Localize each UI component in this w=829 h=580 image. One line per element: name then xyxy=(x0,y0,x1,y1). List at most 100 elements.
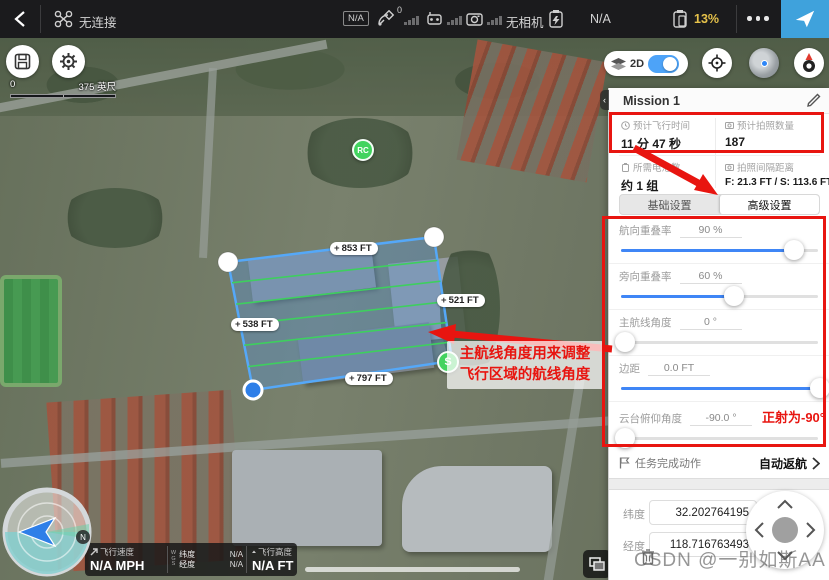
gps-count: 0 xyxy=(397,5,402,15)
map-layer-button[interactable] xyxy=(583,550,611,578)
slider-value-field[interactable]: -90.0 ° xyxy=(690,412,752,426)
dpad-center-button[interactable] xyxy=(772,517,798,543)
telemetry-lng-label: 经度 xyxy=(179,560,195,570)
slider-track[interactable] xyxy=(621,341,818,344)
slider-handle[interactable] xyxy=(784,240,804,260)
top-status-bar: 无连接 N/A 0 无相机 xyxy=(0,0,829,38)
slider-value-field[interactable]: 0.0 FT xyxy=(648,362,710,376)
latitude-input[interactable] xyxy=(649,500,757,525)
slider-value-field[interactable]: 90 % xyxy=(680,224,742,238)
compass-icon xyxy=(799,52,819,74)
more-menu-button[interactable] xyxy=(747,16,769,21)
divider xyxy=(715,118,716,188)
camera-icon xyxy=(725,121,734,129)
minimap-location-dot xyxy=(761,60,768,67)
mission-header: Mission 1 xyxy=(609,88,829,114)
camera-status-label: 无相机 xyxy=(506,12,544,31)
aircraft-battery-icon xyxy=(548,9,565,28)
save-mission-button[interactable] xyxy=(6,45,39,78)
dpad-right-button[interactable] xyxy=(806,522,816,538)
camera-icon xyxy=(725,163,734,171)
clock-icon xyxy=(621,121,630,130)
camera-signal-bars xyxy=(487,16,502,25)
stat-flight-time: 预计飞行时间 11 分 47 秒 xyxy=(621,118,690,152)
tab-basic-settings[interactable]: 基础设置 xyxy=(620,195,719,214)
flag-icon xyxy=(619,457,630,469)
stat-battery-count: 所需电池数 约 1 组 xyxy=(621,160,681,194)
layers-icon xyxy=(611,58,626,70)
divider xyxy=(40,5,41,33)
annotation-text-box: 主航线角度用来调整 飞行区域的航线角度 xyxy=(447,341,603,389)
satellite-icon xyxy=(376,10,395,28)
divider xyxy=(619,155,820,156)
scale-min-label: 0 xyxy=(10,79,15,93)
rc-battery-icon xyxy=(672,9,689,28)
altitude-value: N/A FT xyxy=(252,558,292,573)
slider-main-route-angle: 主航线角度 0 ° xyxy=(609,310,829,356)
flight-mode-badge: N/A xyxy=(343,11,369,26)
midpoint-cross-icon: + xyxy=(334,243,340,254)
map-compass-button[interactable] xyxy=(794,48,824,78)
locate-button[interactable] xyxy=(702,48,732,78)
edit-pencil-icon[interactable] xyxy=(807,93,821,107)
slider-margin: 边距 0.0 FT xyxy=(609,356,829,402)
compass-north-label: N xyxy=(80,533,86,542)
dpad-left-button[interactable] xyxy=(754,522,764,538)
takeoff-plane-icon xyxy=(794,8,816,30)
settings-button[interactable] xyxy=(52,45,85,78)
map-building xyxy=(232,450,382,546)
slider-track[interactable] xyxy=(621,295,818,298)
slider-handle[interactable] xyxy=(810,378,829,398)
finish-action-row[interactable]: 任务完成动作 自动返航 xyxy=(609,448,829,478)
attitude-compass-widget: N xyxy=(2,487,92,577)
2d-toggle[interactable] xyxy=(648,55,679,73)
midpoint-cross-icon: + xyxy=(441,295,447,306)
distance-label: +538 FT xyxy=(231,318,279,331)
back-button[interactable] xyxy=(13,10,27,28)
telemetry-bar: 飞行速度 N/A MPH WGS 纬度N/A 经度N/A 飞行高度 N/A FT xyxy=(85,543,297,576)
distance-label: +797 FT xyxy=(345,372,393,385)
watermark: CSDN @一别如斯AA xyxy=(634,545,826,572)
slider-value-field[interactable]: 0 ° xyxy=(680,316,742,330)
panel-collapse-handle[interactable]: ‹ xyxy=(600,90,609,110)
tab-advanced-settings[interactable]: 高级设置 xyxy=(719,195,819,214)
datum-label: WGS xyxy=(171,551,176,568)
aircraft-battery-value: N/A xyxy=(590,12,611,26)
divider xyxy=(736,5,737,33)
minimap-button[interactable] xyxy=(749,48,779,78)
crosshair-icon xyxy=(708,54,726,72)
remote-controller-icon xyxy=(426,10,443,27)
app-root: +853 FT +521 FT +538 FT +797 FT RC S 037… xyxy=(0,0,829,580)
midpoint-cross-icon: + xyxy=(235,319,241,330)
gear-icon xyxy=(59,52,78,71)
distance-label: +521 FT xyxy=(437,294,485,307)
rc-signal-bars xyxy=(447,16,462,25)
map-mode-label: 2D xyxy=(630,58,644,70)
settings-tabs: 基础设置 高级设置 xyxy=(619,194,820,215)
advanced-settings-sliders: 航向重叠率 90 % 旁向重叠率 60 % 主航线角度 0 ° xyxy=(609,218,829,448)
slider-value-field[interactable]: 60 % xyxy=(680,270,742,284)
distance-label: +853 FT xyxy=(330,242,378,255)
rc-location-marker: RC xyxy=(352,139,374,161)
dpad-up-button[interactable] xyxy=(777,499,793,509)
slider-handle[interactable] xyxy=(615,428,635,448)
map-layers-icon xyxy=(589,557,605,571)
map-trees xyxy=(60,188,170,248)
chevron-right-icon xyxy=(812,457,820,470)
speed-label: 飞行速度 xyxy=(100,546,134,558)
toggle-knob xyxy=(663,57,677,71)
stat-photo-count: 预计拍照数量 187 xyxy=(725,118,794,149)
altitude-icon xyxy=(252,548,256,556)
slider-track[interactable] xyxy=(621,437,818,440)
slider-track[interactable] xyxy=(621,387,818,390)
takeoff-button[interactable] xyxy=(781,0,829,38)
slider-handle[interactable] xyxy=(724,286,744,306)
slider-gimbal-pitch: 云台俯仰角度 -90.0 ° 正射为-90° xyxy=(609,402,829,448)
latitude-label: 纬度 xyxy=(623,506,645,522)
stat-photo-interval: 拍照间隔距离 F: 21.3 FT / S: 113.6 FT xyxy=(725,160,829,188)
telemetry-lng-value: N/A xyxy=(230,560,243,570)
drone-icon xyxy=(54,10,73,28)
map-scale-bar: 0375 英尺 xyxy=(10,79,116,98)
slider-handle[interactable] xyxy=(615,332,635,352)
slider-side-overlap: 旁向重叠率 60 % xyxy=(609,264,829,310)
